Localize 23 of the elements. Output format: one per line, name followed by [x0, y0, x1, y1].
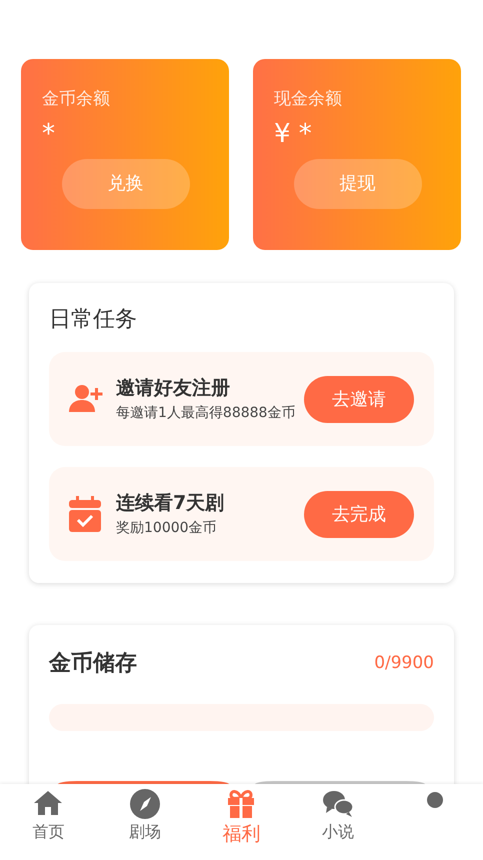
balance-label: 现金余额 — [274, 88, 343, 111]
task-description: 奖励10000金币 — [116, 518, 218, 538]
balance-label: 金币余额 — [42, 88, 111, 111]
balance-value: * — [42, 118, 56, 150]
task-description: 每邀请1人最高得88888金币 — [116, 404, 296, 423]
tab-item[interactable]: 福利 — [193, 784, 290, 860]
task-button[interactable]: 去邀请 — [304, 376, 414, 422]
task-title: 连续看7天剧 — [116, 491, 226, 516]
add-user-icon — [69, 384, 103, 414]
calendar-check-icon — [69, 496, 101, 532]
task-title: 邀请好友注册 — [116, 376, 231, 402]
withdraw-button[interactable]: 提现 — [294, 158, 422, 208]
compass-icon — [128, 788, 161, 820]
coin-count: 0/9900 — [374, 652, 434, 675]
balance-value: ¥ * — [274, 118, 313, 150]
tab-item[interactable]: 小说 — [290, 784, 386, 860]
chat-icon — [322, 788, 354, 820]
section-title: 日常任务 — [49, 306, 138, 334]
section-title: 金币储存 — [49, 650, 137, 678]
exchange-button[interactable]: 兑换 — [62, 158, 190, 208]
tab-item[interactable]: 剧场 — [96, 784, 194, 860]
task-button[interactable]: 去完成 — [304, 490, 414, 538]
tab-item[interactable]: 首页 — [0, 784, 97, 860]
